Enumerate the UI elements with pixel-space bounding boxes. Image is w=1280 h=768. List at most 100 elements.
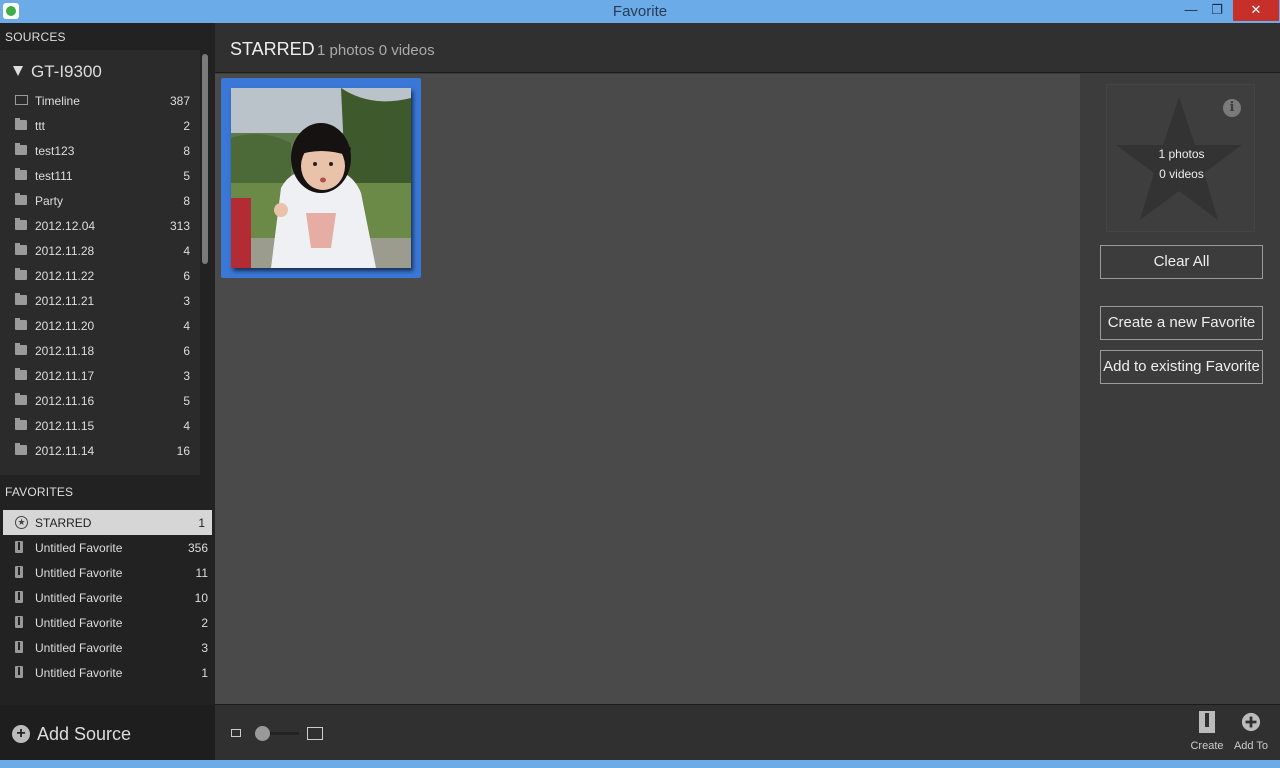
source-item[interactable]: test123 8 xyxy=(0,138,200,163)
close-button[interactable]: ✕ xyxy=(1233,0,1279,21)
folder-icon xyxy=(15,168,27,180)
minimize-button[interactable]: — xyxy=(1178,0,1204,21)
source-item[interactable]: 2012.11.20 4 xyxy=(0,313,200,338)
folder-icon xyxy=(15,318,27,330)
device-item[interactable]: GT-I9300 xyxy=(0,50,200,88)
source-item-count: 4 xyxy=(183,244,190,258)
book-icon xyxy=(15,566,23,578)
clear-all-button[interactable]: Clear All xyxy=(1100,245,1263,279)
timeline-icon xyxy=(15,95,28,105)
videos-count: 0 videos xyxy=(1159,167,1204,181)
add-to-label: Add To xyxy=(1233,740,1269,752)
source-item-count: 3 xyxy=(183,294,190,308)
source-item-count: 313 xyxy=(169,219,190,233)
source-item-count: 3 xyxy=(183,369,190,383)
favorite-item[interactable]: Untitled Favorite 356 xyxy=(0,535,215,560)
source-item-label: 2012.11.21 xyxy=(35,294,95,308)
folder-icon xyxy=(15,368,27,380)
create-button[interactable]: Create xyxy=(1185,711,1229,752)
title-bar: Favorite — ❐ ✕ xyxy=(0,0,1280,23)
favorite-item-label: Untitled Favorite xyxy=(35,616,123,630)
folder-icon xyxy=(15,418,27,430)
add-to-existing-favorite-button[interactable]: Add to existing Favorite xyxy=(1100,350,1263,384)
create-new-favorite-button[interactable]: Create a new Favorite xyxy=(1100,306,1263,340)
folder-icon xyxy=(15,143,27,155)
source-item-label: test123 xyxy=(35,144,75,158)
source-item-label: Timeline xyxy=(35,94,80,108)
expand-triangle-icon[interactable] xyxy=(13,66,23,76)
source-item-count: 6 xyxy=(183,269,190,283)
source-item-count: 8 xyxy=(183,194,190,208)
book-icon xyxy=(15,541,23,553)
favorite-item[interactable]: Untitled Favorite 1 xyxy=(0,660,215,685)
source-item[interactable]: 2012.11.18 6 xyxy=(0,338,200,363)
add-source-label: Add Source xyxy=(37,724,132,744)
small-thumbnail-icon[interactable] xyxy=(231,729,241,737)
source-item[interactable]: 2012.11.21 3 xyxy=(0,288,200,313)
photos-count: 1 photos xyxy=(1158,147,1205,161)
source-item-label: 2012.11.28 xyxy=(35,244,95,258)
favorite-item[interactable]: ★ STARRED 1 xyxy=(3,510,212,535)
source-item[interactable]: 2012.11.17 3 xyxy=(0,363,200,388)
info-icon[interactable]: i xyxy=(1223,99,1241,117)
folder-icon xyxy=(15,343,27,355)
content-header: STARRED 1 photos 0 videos xyxy=(215,23,1280,73)
add-to-button[interactable]: Add To xyxy=(1229,711,1273,752)
source-item-label: test111 xyxy=(35,169,73,183)
favorite-item[interactable]: Untitled Favorite 2 xyxy=(0,610,215,635)
source-item[interactable]: ttt 2 xyxy=(0,113,200,138)
source-item-label: Party xyxy=(35,194,64,208)
favorite-item-count: 1 xyxy=(201,666,208,680)
restore-button[interactable]: ❐ xyxy=(1204,0,1230,21)
source-item-count: 8 xyxy=(183,144,190,158)
star-icon: ★ xyxy=(15,516,28,529)
source-item-label: 2012.11.20 xyxy=(35,319,95,333)
book-icon xyxy=(15,641,23,653)
source-item[interactable]: Timeline 387 xyxy=(0,88,200,113)
book-icon xyxy=(15,666,23,678)
favorite-item-label: Untitled Favorite xyxy=(35,666,123,680)
source-item[interactable]: 2012.11.14 16 xyxy=(0,438,200,463)
source-item[interactable]: 2012.11.16 5 xyxy=(0,388,200,413)
source-item[interactable]: 2012.11.28 4 xyxy=(0,238,200,263)
source-item-count: 4 xyxy=(183,319,190,333)
source-item-count: 16 xyxy=(176,444,190,458)
favorite-item-label: Untitled Favorite xyxy=(35,591,123,605)
scrollbar-thumb[interactable] xyxy=(202,54,208,264)
source-item[interactable]: Party 8 xyxy=(0,188,200,213)
folder-icon xyxy=(15,393,27,405)
zoom-slider-knob[interactable] xyxy=(255,726,270,741)
source-item-label: 2012.11.16 xyxy=(35,394,95,408)
source-item[interactable]: 2012.11.22 6 xyxy=(0,263,200,288)
page-subtitle: 1 photos 0 videos xyxy=(317,42,435,59)
favorite-item[interactable]: Untitled Favorite 11 xyxy=(0,560,215,585)
add-source-button[interactable]: + Add Source xyxy=(0,705,215,760)
favorite-stats-card: i 1 photos 0 videos xyxy=(1106,84,1255,232)
favorite-item-count: 1 xyxy=(198,516,205,530)
favorite-item[interactable]: Untitled Favorite 10 xyxy=(0,585,215,610)
source-item[interactable]: test111 5 xyxy=(0,163,200,188)
source-item-label: 2012.11.22 xyxy=(35,269,95,283)
plus-circle-icon: + xyxy=(12,725,30,743)
favorite-item[interactable]: Untitled Favorite 3 xyxy=(0,635,215,660)
sources-scrollbar[interactable] xyxy=(201,50,209,475)
large-thumbnail-icon[interactable] xyxy=(307,727,323,740)
source-item-count: 4 xyxy=(183,419,190,433)
source-item-label: 2012.11.18 xyxy=(35,344,95,358)
folder-icon xyxy=(15,268,27,280)
source-item[interactable]: 2012.12.04 313 xyxy=(0,213,200,238)
folder-icon xyxy=(15,443,27,455)
favorite-item-label: Untitled Favorite xyxy=(35,566,123,580)
source-item[interactable]: 2012.11.15 4 xyxy=(0,413,200,438)
source-item-label: 2012.11.15 xyxy=(35,419,95,433)
photo-image[interactable] xyxy=(231,88,411,268)
favorite-item-count: 3 xyxy=(201,641,208,655)
source-item-count: 5 xyxy=(183,394,190,408)
photo-thumbnail[interactable] xyxy=(221,78,421,278)
folder-icon xyxy=(15,293,27,305)
favorite-item-label: STARRED xyxy=(35,516,92,530)
favorite-panel: i 1 photos 0 videos Clear All Create a n… xyxy=(1080,74,1280,704)
book-icon xyxy=(15,591,23,603)
favorite-item-count: 11 xyxy=(195,566,208,580)
favorite-item-count: 2 xyxy=(201,616,208,630)
